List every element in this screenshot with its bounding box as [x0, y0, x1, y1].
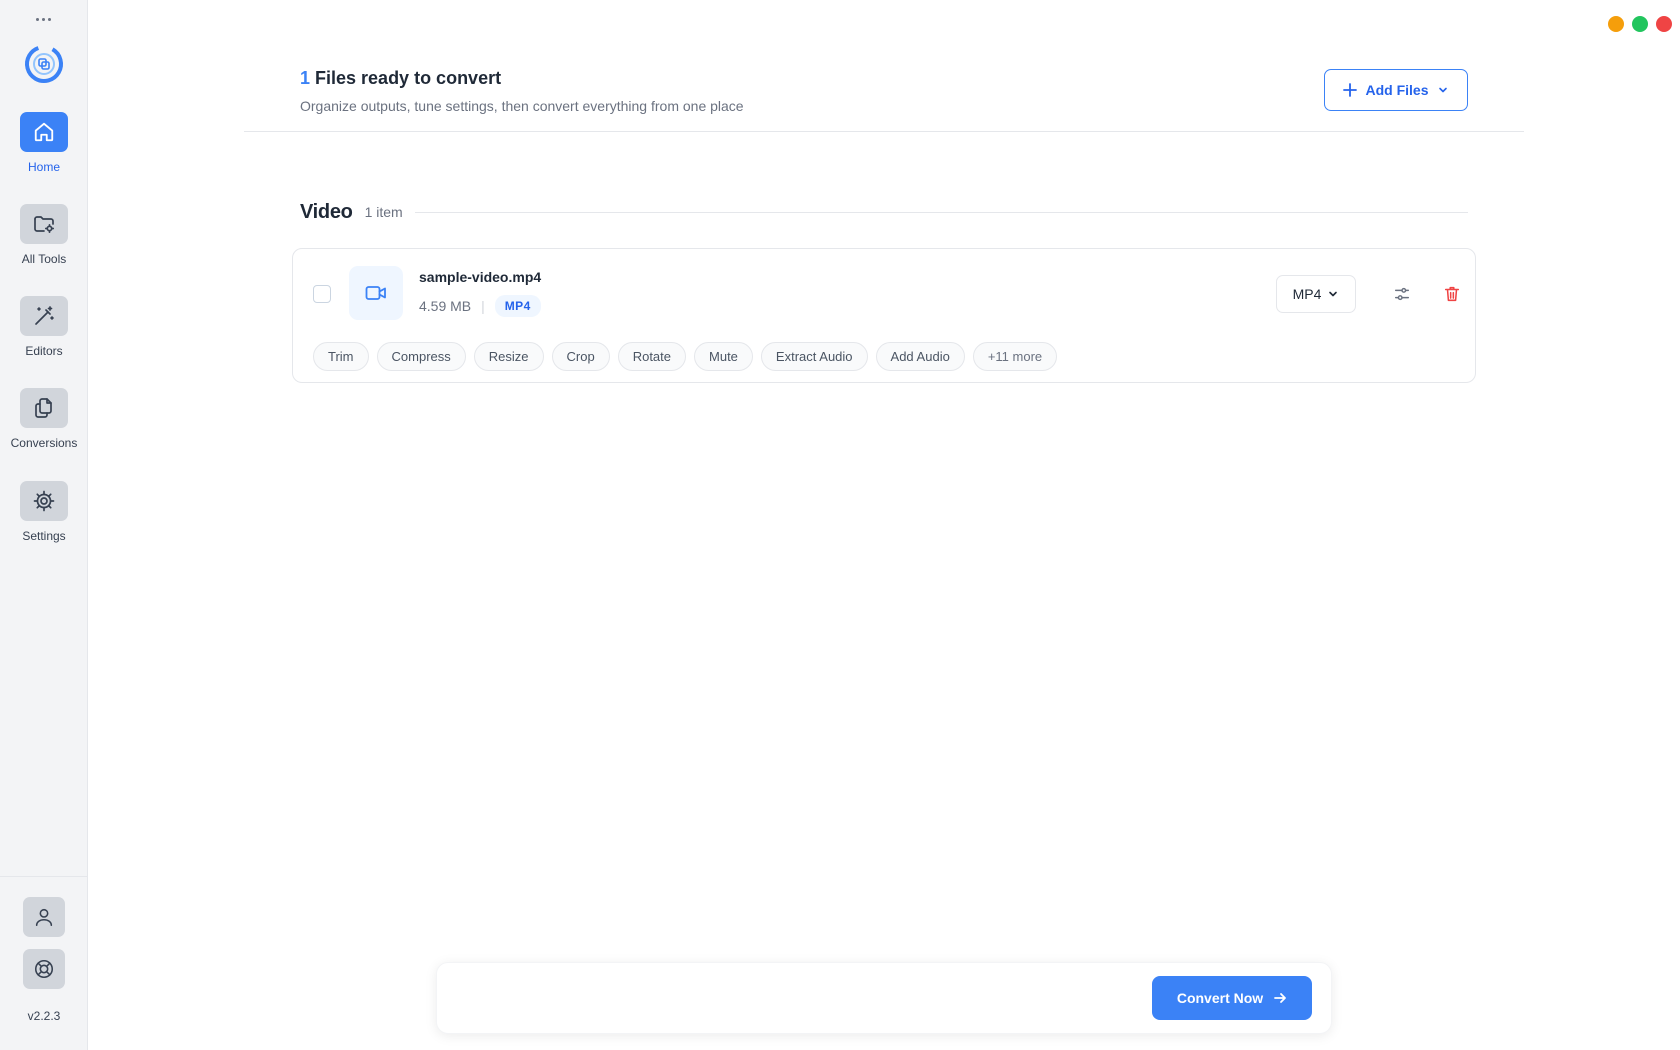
file-name: sample-video.mp4: [419, 269, 542, 285]
all-tools-button[interactable]: [20, 204, 68, 244]
page-subtitle: Organize outputs, tune settings, then co…: [300, 98, 744, 114]
file-type-badge: MP4: [494, 295, 541, 317]
home-icon: [34, 122, 54, 142]
file-type-thumbnail: [349, 266, 403, 320]
copy-files-icon: [35, 398, 52, 418]
sidebar: Home All Tools Editors Conversions Setti…: [0, 0, 88, 1050]
file-card: sample-video.mp4 4.59 MB | MP4 MP4 Trim …: [292, 248, 1476, 383]
sidebar-item-editors[interactable]: Editors: [0, 296, 88, 358]
action-trim[interactable]: Trim: [313, 342, 369, 371]
chevron-down-icon: [1329, 291, 1338, 297]
maximize-button[interactable]: [1632, 16, 1648, 32]
more-actions-button[interactable]: +11 more: [972, 342, 1058, 371]
sliders-icon: [1394, 287, 1410, 301]
sidebar-item-settings[interactable]: Settings: [0, 481, 88, 543]
gear-icon: [33, 490, 55, 512]
action-compress[interactable]: Compress: [376, 342, 466, 371]
sidebar-item-label: All Tools: [21, 252, 67, 266]
account-button[interactable]: [23, 897, 65, 937]
sidebar-item-label: Settings: [22, 529, 66, 543]
app-version: v2.2.3: [27, 1009, 61, 1023]
meta-separator: |: [481, 298, 485, 314]
action-mute[interactable]: Mute: [694, 342, 753, 371]
file-size: 4.59 MB: [419, 298, 472, 314]
convert-now-label: Convert Now: [1176, 990, 1264, 1006]
sidebar-item-all-tools[interactable]: All Tools: [0, 204, 88, 266]
conversions-button[interactable]: [20, 388, 68, 428]
file-settings-button[interactable]: [1386, 278, 1418, 310]
app-logo-icon: [23, 43, 65, 85]
page-title: 1 Files ready to convert: [300, 68, 501, 89]
section-divider: [414, 211, 1468, 213]
help-button[interactable]: [23, 949, 65, 989]
output-format-value: MP4: [1292, 286, 1322, 302]
action-extract-audio[interactable]: Extract Audio: [760, 342, 868, 371]
sidebar-item-label: Home: [27, 160, 60, 174]
trash-icon: [1444, 286, 1460, 302]
sidebar-item-label: Editors: [25, 344, 63, 358]
user-icon: [35, 908, 53, 927]
action-rotate[interactable]: Rotate: [617, 342, 687, 371]
editors-button[interactable]: [20, 296, 68, 336]
home-button[interactable]: [20, 112, 68, 152]
action-resize[interactable]: Resize: [473, 342, 544, 371]
arrow-right-icon: [1274, 993, 1287, 1003]
folder-gear-icon: [34, 216, 55, 234]
magic-wand-icon: [35, 306, 54, 325]
action-crop[interactable]: Crop: [551, 342, 610, 371]
minimize-button[interactable]: [1608, 16, 1624, 32]
section-header: Video 1 item: [300, 200, 1468, 224]
output-format-select[interactable]: MP4: [1276, 275, 1356, 313]
add-files-label: Add Files: [1365, 82, 1429, 98]
file-meta: 4.59 MB | MP4: [419, 295, 541, 317]
chevron-down-icon: [1438, 87, 1447, 93]
plus-icon: [1343, 83, 1358, 97]
file-select-checkbox[interactable]: [313, 285, 331, 303]
convert-bar: Convert Now: [436, 962, 1332, 1034]
sidebar-divider: [0, 876, 88, 877]
page-header: 1 Files ready to convert Organize output…: [244, 0, 1524, 132]
close-button[interactable]: [1656, 16, 1672, 32]
page-title-text: Files ready to convert: [310, 68, 502, 88]
settings-button[interactable]: [20, 481, 68, 521]
lifebuoy-icon: [34, 959, 54, 979]
action-add-audio[interactable]: Add Audio: [875, 342, 965, 371]
quick-actions: Trim Compress Resize Crop Rotate Mute Ex…: [313, 342, 1058, 371]
section-title: Video: [300, 200, 353, 223]
delete-file-button[interactable]: [1436, 278, 1468, 310]
sidebar-item-home[interactable]: Home: [0, 112, 88, 174]
video-camera-icon: [365, 286, 386, 300]
file-count: 1: [300, 68, 311, 88]
drag-handle-icon[interactable]: [36, 18, 52, 26]
sidebar-item-conversions[interactable]: Conversions: [0, 388, 88, 450]
add-files-button[interactable]: Add Files: [1324, 69, 1468, 111]
convert-now-button[interactable]: Convert Now: [1152, 976, 1312, 1020]
sidebar-item-label: Conversions: [10, 436, 78, 450]
window-controls: [1608, 16, 1672, 32]
section-count: 1 item: [364, 204, 403, 220]
